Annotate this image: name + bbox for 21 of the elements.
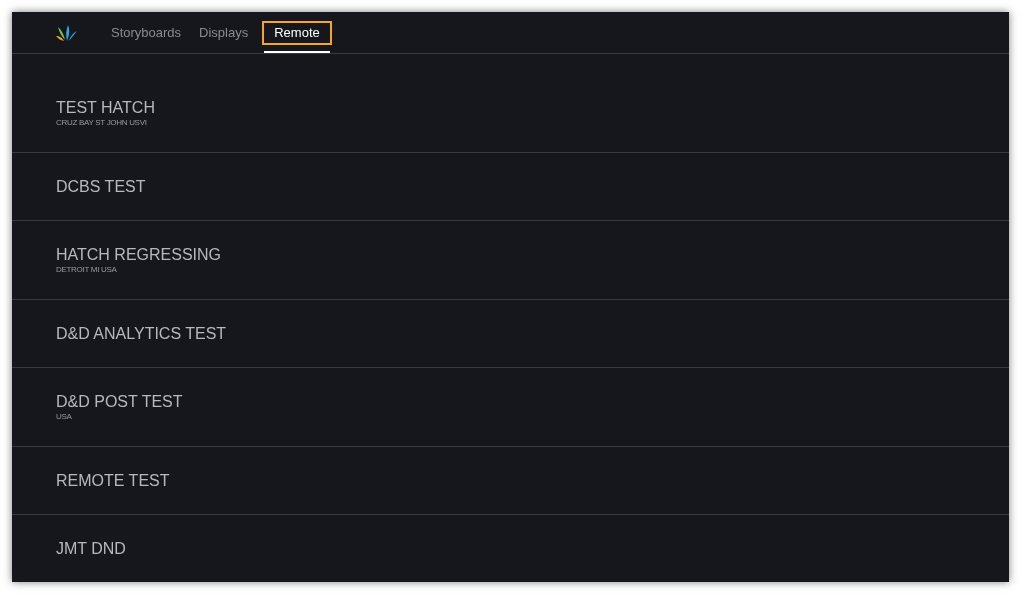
display-row[interactable]: D&D ANALYTICS TEST <box>12 300 1009 368</box>
display-row[interactable]: REMOTE TEST <box>12 447 1009 515</box>
display-location: CRUZ BAY ST JOHN USVI <box>56 118 148 128</box>
nav-tab[interactable]: Displays <box>195 20 253 45</box>
display-row[interactable]: DCBS TEST <box>12 153 1009 221</box>
nav-tab[interactable]: Remote <box>262 20 332 45</box>
display-location: USA <box>56 412 73 422</box>
display-location: DETROIT MI USA <box>56 265 118 275</box>
display-name: TEST HATCH <box>56 98 156 118</box>
display-name: DCBS TEST <box>56 176 147 197</box>
display-row[interactable]: D&D POST TEST USA <box>12 368 1009 447</box>
display-row[interactable]: JMT DND <box>12 515 1009 582</box>
display-name: D&D POST TEST <box>56 392 184 412</box>
nav-tab[interactable]: Storyboards <box>107 20 186 45</box>
display-row[interactable]: HATCH REGRESSING DETROIT MI USA <box>12 221 1009 300</box>
display-row[interactable]: TEST HATCH CRUZ BAY ST JOHN USVI <box>12 74 1009 153</box>
display-name: D&D ANALYTICS TEST <box>56 323 228 344</box>
display-name: HATCH REGRESSING <box>56 245 223 265</box>
display-name: JMT DND <box>56 538 127 559</box>
display-name: REMOTE TEST <box>56 470 171 491</box>
active-tab-underline <box>264 51 330 53</box>
